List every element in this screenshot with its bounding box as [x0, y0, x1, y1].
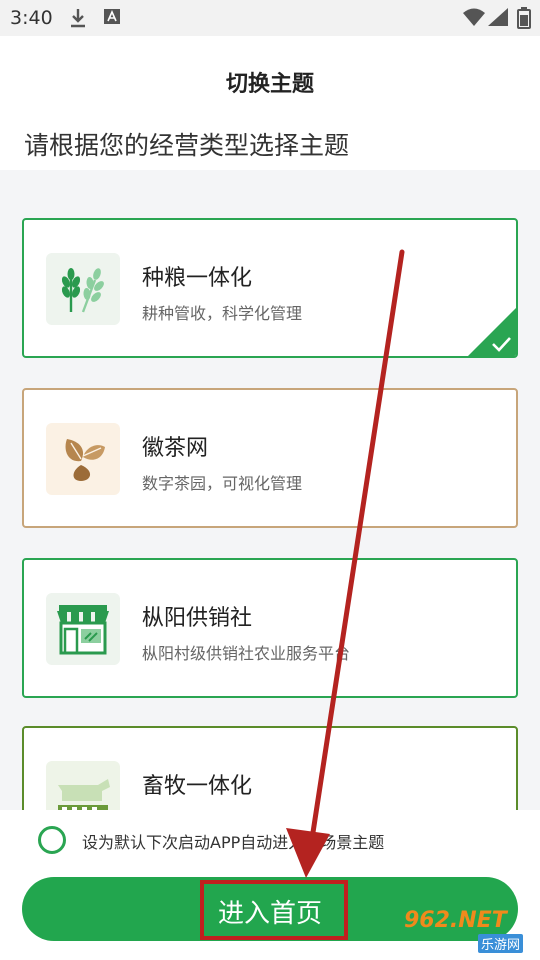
theme-card-cooperative[interactable]: 枞阳供销社 枞阳村级供销社农业服务平台 — [22, 558, 518, 698]
theme-description: 数字茶园，可视化管理 — [142, 474, 303, 493]
watermark-sub-text: 乐游网 — [478, 934, 524, 953]
site-watermark: 962.NET 乐游网 — [398, 906, 534, 954]
status-time: 3:40 — [10, 7, 53, 29]
set-default-radio[interactable] — [38, 826, 66, 854]
wheat-icon — [46, 253, 120, 325]
wifi-icon — [462, 7, 486, 31]
theme-card-tea[interactable]: 徽茶网 数字茶园，可视化管理 — [22, 388, 518, 528]
header: 切换主题 请根据您的经营类型选择主题 — [0, 36, 540, 160]
theme-title: 枞阳供销社 — [142, 606, 253, 631]
set-default-label[interactable]: 设为默认下次启动APP自动进入此场景主题 — [82, 829, 384, 853]
theme-title: 种粮一体化 — [142, 266, 253, 291]
page-title: 切换主题 — [225, 72, 314, 97]
tea-leaves-icon — [46, 423, 120, 495]
status-bar: 3:40 — [0, 0, 540, 36]
theme-title: 徽茶网 — [142, 436, 209, 461]
page-subtitle: 请根据您的经营类型选择主题 — [24, 131, 350, 160]
a-notification-icon — [103, 7, 121, 29]
watermark-logo-text: 962.NET — [404, 908, 507, 933]
annotation-highlight-box — [200, 880, 348, 940]
battery-icon — [517, 7, 531, 33]
theme-card-grain[interactable]: 种粮一体化 耕种管收，科学化管理 — [22, 218, 518, 358]
theme-description: 枞阳村级供销社农业服务平台 — [142, 644, 351, 663]
theme-list: 种粮一体化 耕种管收，科学化管理 徽茶网 数字茶园，可视化管理 枞阳供销社 枞阳… — [0, 170, 540, 810]
livestock-icon — [46, 761, 120, 810]
theme-description: 耕种管收，科学化管理 — [142, 304, 303, 323]
download-icon — [68, 7, 88, 33]
theme-title: 畜牧一体化 — [142, 774, 253, 799]
selected-check-icon — [468, 308, 516, 356]
theme-card-livestock[interactable]: 畜牧一体化 — [22, 726, 518, 810]
store-icon — [46, 593, 120, 665]
signal-icon — [487, 7, 509, 31]
